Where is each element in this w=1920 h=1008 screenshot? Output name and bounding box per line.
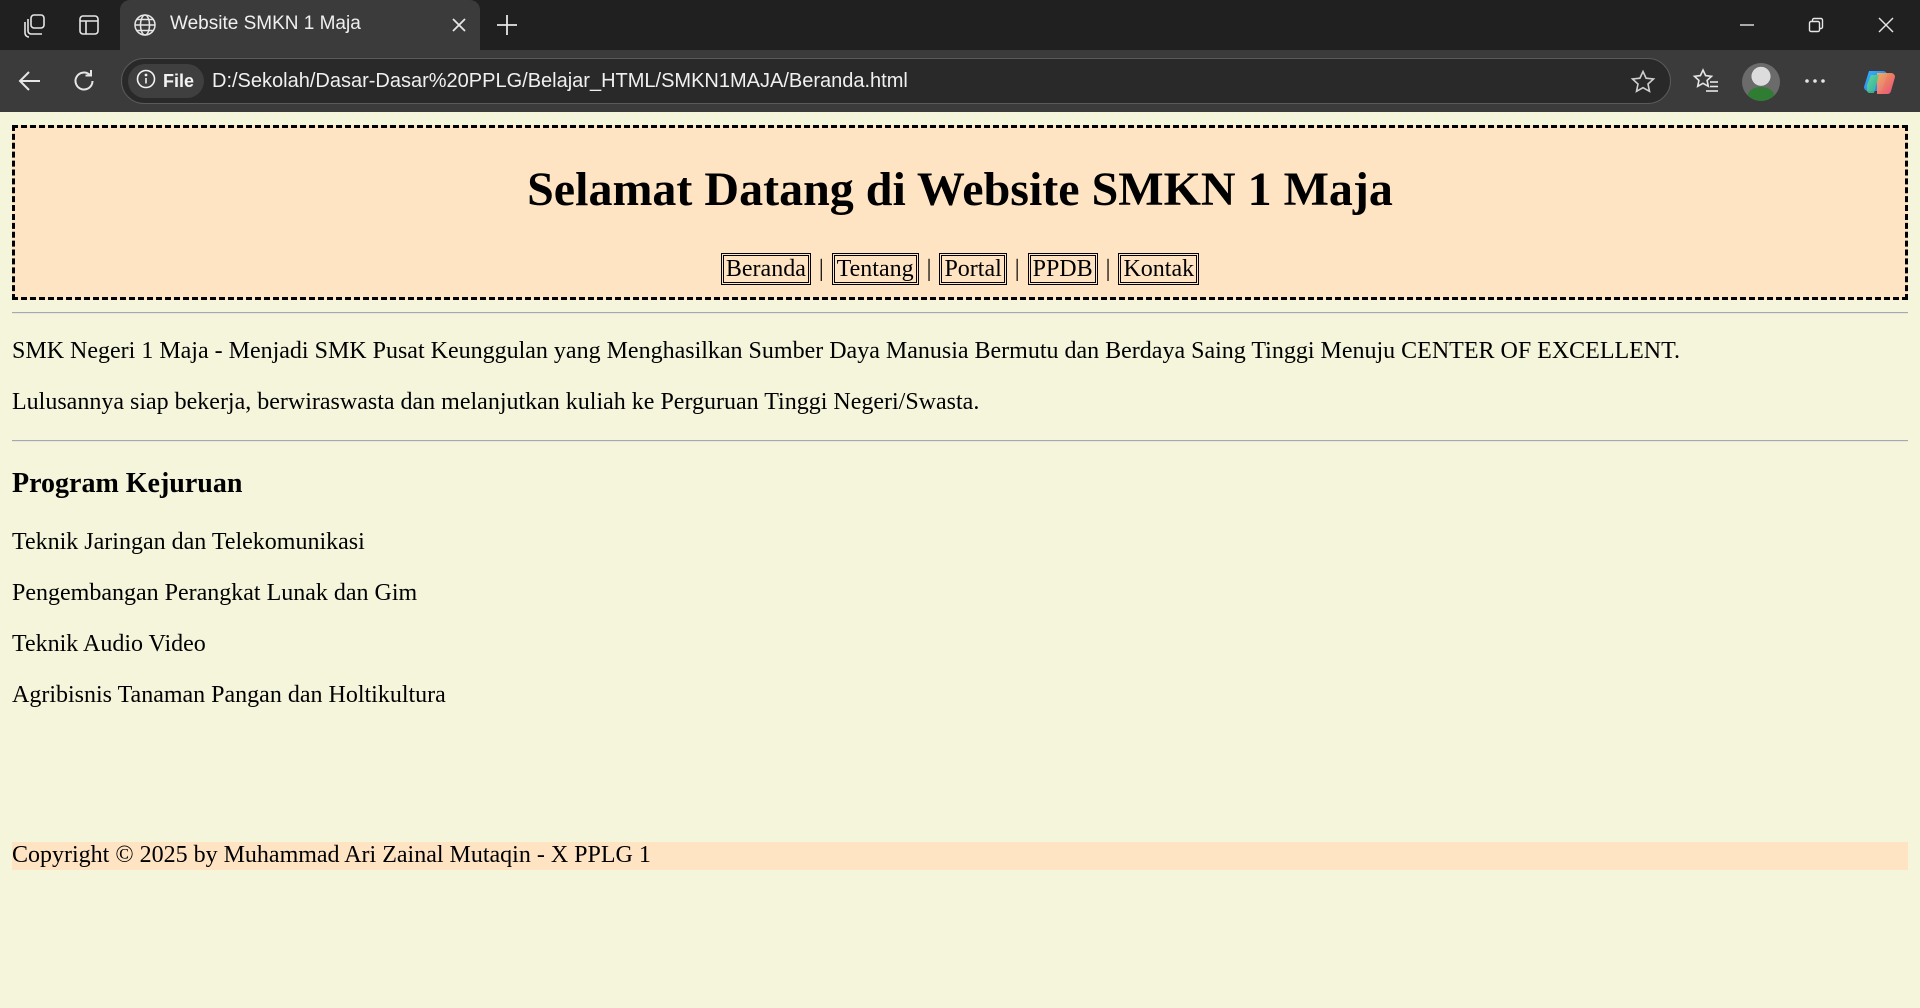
- program-item: Pengembangan Perangkat Lunak dan Gim: [12, 580, 418, 606]
- page-viewport: Selamat Datang di Website SMKN 1 Maja Be…: [0, 112, 1920, 1008]
- address-bar[interactable]: File D:/Sekolah/Dasar-Dasar%20PPLG/Belaj…: [121, 58, 1671, 104]
- nav-link-kontak[interactable]: Kontak: [1118, 253, 1200, 285]
- tab-title: Website SMKN 1 Maja: [170, 13, 361, 34]
- window-close-icon[interactable]: [1852, 0, 1920, 50]
- minimize-icon[interactable]: [1713, 0, 1781, 50]
- divider: [12, 312, 1908, 314]
- more-icon[interactable]: [1797, 63, 1833, 99]
- nav-link-beranda[interactable]: Beranda: [720, 253, 811, 285]
- close-icon[interactable]: [446, 12, 472, 38]
- nav-separator: |: [818, 255, 824, 282]
- divider: [12, 440, 1908, 442]
- title-bar: Website SMKN 1 Maja: [0, 0, 1920, 50]
- page-title: Selamat Datang di Website SMKN 1 Maja: [527, 163, 1393, 216]
- copilot-icon[interactable]: [1861, 63, 1899, 101]
- program-item: Teknik Audio Video: [12, 631, 206, 657]
- nav-link-tentang[interactable]: Tentang: [831, 253, 919, 285]
- url-text[interactable]: D:/Sekolah/Dasar-Dasar%20PPLG/Belajar_HT…: [212, 70, 908, 93]
- favorites-icon[interactable]: [1688, 63, 1724, 99]
- workspaces-icon[interactable]: [18, 8, 52, 42]
- intro-paragraph: SMK Negeri 1 Maja - Menjadi SMK Pusat Ke…: [12, 338, 1681, 364]
- browser-toolbar: File D:/Sekolah/Dasar-Dasar%20PPLG/Belaj…: [0, 50, 1920, 112]
- programs-heading: Program Kejuruan: [12, 468, 243, 499]
- avatar[interactable]: [1742, 63, 1780, 101]
- nav-separator: |: [1014, 255, 1020, 282]
- tab-active[interactable]: Website SMKN 1 Maja: [120, 0, 480, 50]
- site-info-label: File: [163, 70, 195, 91]
- star-icon[interactable]: [1626, 65, 1660, 99]
- site-nav: Beranda | Tentang | Portal | PPDB | Kont…: [15, 253, 1905, 285]
- nav-link-ppdb[interactable]: PPDB: [1027, 253, 1098, 285]
- back-icon[interactable]: [12, 63, 48, 99]
- page-header: Selamat Datang di Website SMKN 1 Maja Be…: [12, 125, 1908, 300]
- nav-separator: |: [926, 255, 932, 282]
- program-item: Teknik Jaringan dan Telekomunikasi: [12, 529, 365, 555]
- nav-link-portal[interactable]: Portal: [939, 253, 1007, 285]
- globe-icon: [132, 12, 158, 38]
- refresh-icon[interactable]: [66, 63, 102, 99]
- site-info-button[interactable]: File: [128, 64, 205, 98]
- restore-icon[interactable]: [1782, 0, 1850, 50]
- info-icon: [136, 69, 156, 93]
- plus-icon[interactable]: [490, 8, 524, 42]
- nav-separator: |: [1105, 255, 1111, 282]
- page-footer: Copyright © 2025 by Muhammad Ari Zainal …: [12, 842, 1908, 870]
- tab-actions-icon[interactable]: [72, 8, 106, 42]
- program-item: Agribisnis Tanaman Pangan dan Holtikultu…: [12, 682, 446, 708]
- intro-paragraph-2: Lulusannya siap bekerja, berwiraswasta d…: [12, 389, 980, 415]
